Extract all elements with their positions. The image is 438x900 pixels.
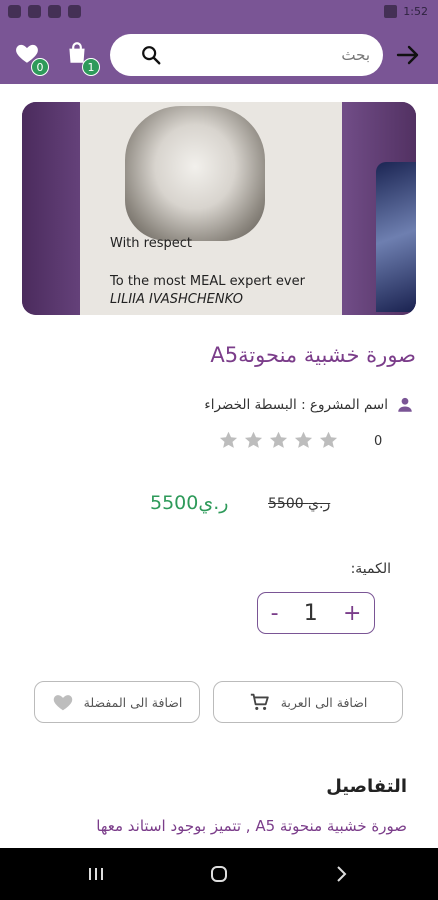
rating-count: 0 (374, 434, 383, 449)
home-icon[interactable] (209, 864, 229, 884)
notification-icons (8, 5, 81, 18)
details-text: صورة خشبية منحوتة A5 , تتميز بوجود استان… (96, 817, 407, 835)
quantity-stepper: - 1 + (257, 592, 375, 634)
cart-icon (250, 693, 269, 710)
mute-icon (68, 5, 81, 18)
status-time: 1:52 (403, 5, 428, 18)
app-bar: 0 1 (0, 26, 438, 84)
search-input[interactable] (170, 42, 370, 68)
project-name: اسم المشروع : البسطة الخضراء (204, 397, 388, 413)
portrait-drawing (125, 106, 265, 241)
gallery-icon (8, 5, 21, 18)
star-icon[interactable] (293, 430, 314, 451)
price-original: 5500 ر.ي (268, 496, 331, 512)
price-current: 5500ر.ي (150, 492, 229, 514)
add-to-cart-label: اضافة الى العربة (280, 694, 368, 710)
cart-count-badge: 1 (82, 58, 100, 76)
back-icon[interactable] (331, 864, 351, 884)
heart-icon (53, 695, 72, 711)
quantity-label: الكمية: (350, 561, 391, 577)
star-icon[interactable] (318, 430, 339, 451)
quantity-value: 1 (303, 600, 318, 626)
wifi-icon (48, 5, 61, 18)
image-text-line-1: With respect (110, 236, 192, 251)
wifi-calling-icon (28, 5, 41, 18)
add-to-favorites-label: اضافة الى المفضلة (83, 694, 183, 710)
battery-icon (384, 5, 398, 18)
image-text-line-3: LILIIA IVASHCHENKO (110, 292, 243, 307)
favorites-count-badge: 0 (31, 58, 49, 76)
add-to-cart-button[interactable]: اضافة الى العربة (213, 681, 403, 723)
search-bar[interactable] (110, 34, 383, 76)
decrement-button[interactable]: - (271, 601, 279, 626)
search-icon[interactable] (140, 44, 162, 66)
increment-button[interactable]: + (343, 601, 361, 626)
recent-apps-icon[interactable] (86, 864, 106, 884)
details-heading: التفاصيل (326, 776, 407, 797)
user-icon (398, 397, 412, 412)
image-text-line-2: To the most MEAL expert ever (110, 274, 305, 289)
star-icon[interactable] (268, 430, 289, 451)
project-row: اسم المشروع : البسطة الخضراء (204, 396, 414, 414)
star-icon[interactable] (243, 430, 264, 451)
system-nav-bar (0, 848, 438, 900)
star-icon[interactable] (218, 430, 239, 451)
star-rating[interactable] (218, 430, 339, 451)
add-to-favorites-button[interactable]: اضافة الى المفضلة (34, 681, 200, 723)
status-bar: 1:52 (0, 0, 438, 26)
background-object (376, 162, 416, 312)
product-image[interactable]: With respect To the most MEAL expert eve… (22, 102, 416, 315)
back-arrow-icon[interactable] (396, 44, 420, 66)
product-title: صورة خشبية منحوتةA5 (210, 343, 416, 367)
